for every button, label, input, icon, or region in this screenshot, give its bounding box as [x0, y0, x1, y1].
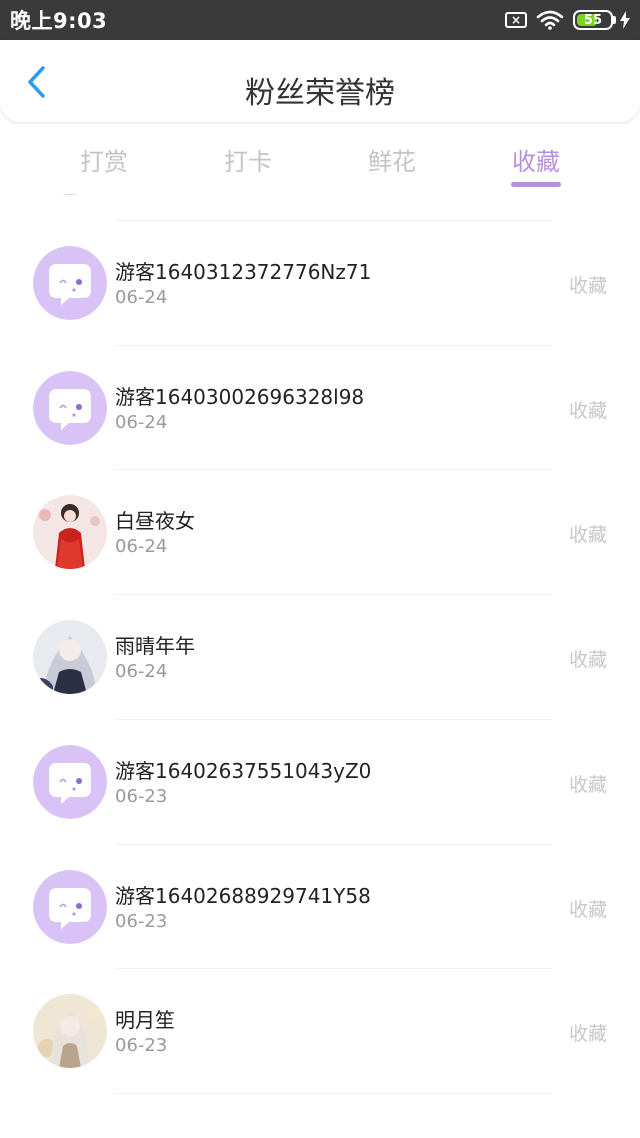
status-icons: × 55: [505, 10, 630, 30]
chat-bubble-avatar-icon: [33, 370, 107, 445]
favorite-action[interactable]: 收藏: [569, 520, 607, 547]
sim-icon: ×: [505, 12, 527, 28]
header: 粉丝荣誉榜: [0, 40, 640, 122]
list-item[interactable]: 游客16402637551043yZ0 06-23 收藏: [0, 720, 640, 845]
tab-label: 收藏: [512, 148, 560, 176]
favorite-action[interactable]: 收藏: [569, 770, 607, 797]
avatar-photo: [33, 994, 107, 1069]
battery-icon: 55: [573, 10, 630, 30]
list-item[interactable]: 白昼夜女 06-24 收藏: [0, 470, 640, 595]
battery-level: 55: [583, 12, 603, 28]
fan-date: 06-24: [115, 411, 168, 433]
fan-name: 明月笙: [115, 1008, 175, 1033]
fan-name: 游客1640312372776Nz71: [115, 259, 372, 284]
fan-date: 06-24: [115, 536, 168, 558]
list-item[interactable]: 游客16403061972574Hz 06-24 收藏: [0, 194, 640, 221]
chat-bubble-avatar-icon: [33, 869, 107, 944]
fan-date: 06-23: [115, 785, 168, 807]
favorite-action[interactable]: 收藏: [569, 271, 607, 298]
fan-list[interactable]: 游客16403061972574Hz 06-24 收藏 游客1640312372…: [0, 194, 640, 1138]
fan-date: 06-23: [115, 910, 168, 932]
fan-name: 雨晴年年: [115, 634, 195, 658]
fan-list-content: 游客16403061972574Hz 06-24 收藏 游客1640312372…: [0, 194, 640, 1094]
tab-label: 打赏: [80, 148, 128, 176]
fan-date: 06-24: [115, 661, 168, 682]
favorite-action[interactable]: 收藏: [569, 396, 607, 423]
fan-date: 06-23: [115, 1035, 168, 1057]
wifi-icon: [536, 10, 564, 30]
avatar-photo: [33, 495, 107, 570]
chat-bubble-avatar-icon: [33, 194, 107, 195]
fan-date: 06-24: [115, 286, 168, 308]
fan-name: 白昼夜女: [115, 509, 195, 534]
tab-label: 鲜花: [368, 148, 416, 176]
fan-name: 游客16403002696328l98: [115, 384, 365, 409]
tab-active-indicator: [511, 182, 561, 187]
list-item[interactable]: 游客16403002696328l98 06-24 收藏: [0, 346, 640, 471]
list-item[interactable]: 游客16402688929741Y58 06-23 收藏: [0, 845, 640, 970]
favorite-action[interactable]: 收藏: [569, 895, 607, 922]
divider: [115, 1093, 552, 1094]
list-item[interactable]: 明月笙 06-23 收藏: [0, 969, 640, 1094]
tab-favorites[interactable]: 收藏: [464, 122, 608, 194]
status-bar: 晚上9:03 × 55: [0, 0, 640, 40]
chat-bubble-avatar-icon: [33, 744, 107, 819]
chat-bubble-avatar-icon: [33, 245, 107, 320]
tab-flowers[interactable]: 鲜花: [320, 122, 464, 194]
avatar-photo: [33, 620, 107, 694]
tab-checkin[interactable]: 打卡: [176, 122, 320, 194]
list-item[interactable]: 游客1640312372776Nz71 06-24 收藏: [0, 221, 640, 346]
page-title: 粉丝荣誉榜: [245, 76, 395, 111]
list-item[interactable]: 雨晴年年 06-24 收藏: [0, 595, 640, 720]
status-time: 晚上9:03: [10, 9, 108, 33]
tab-reward[interactable]: 打赏: [32, 122, 176, 194]
favorite-action[interactable]: 收藏: [569, 1019, 607, 1046]
charging-bolt-icon: [620, 11, 630, 29]
tab-label: 打卡: [224, 148, 272, 176]
fan-name: 游客16402637551043yZ0: [115, 758, 372, 783]
tab-bar: 打赏 打卡 鲜花 收藏: [0, 122, 640, 194]
favorite-action[interactable]: 收藏: [569, 645, 607, 672]
fan-name: 游客16402688929741Y58: [115, 883, 371, 908]
